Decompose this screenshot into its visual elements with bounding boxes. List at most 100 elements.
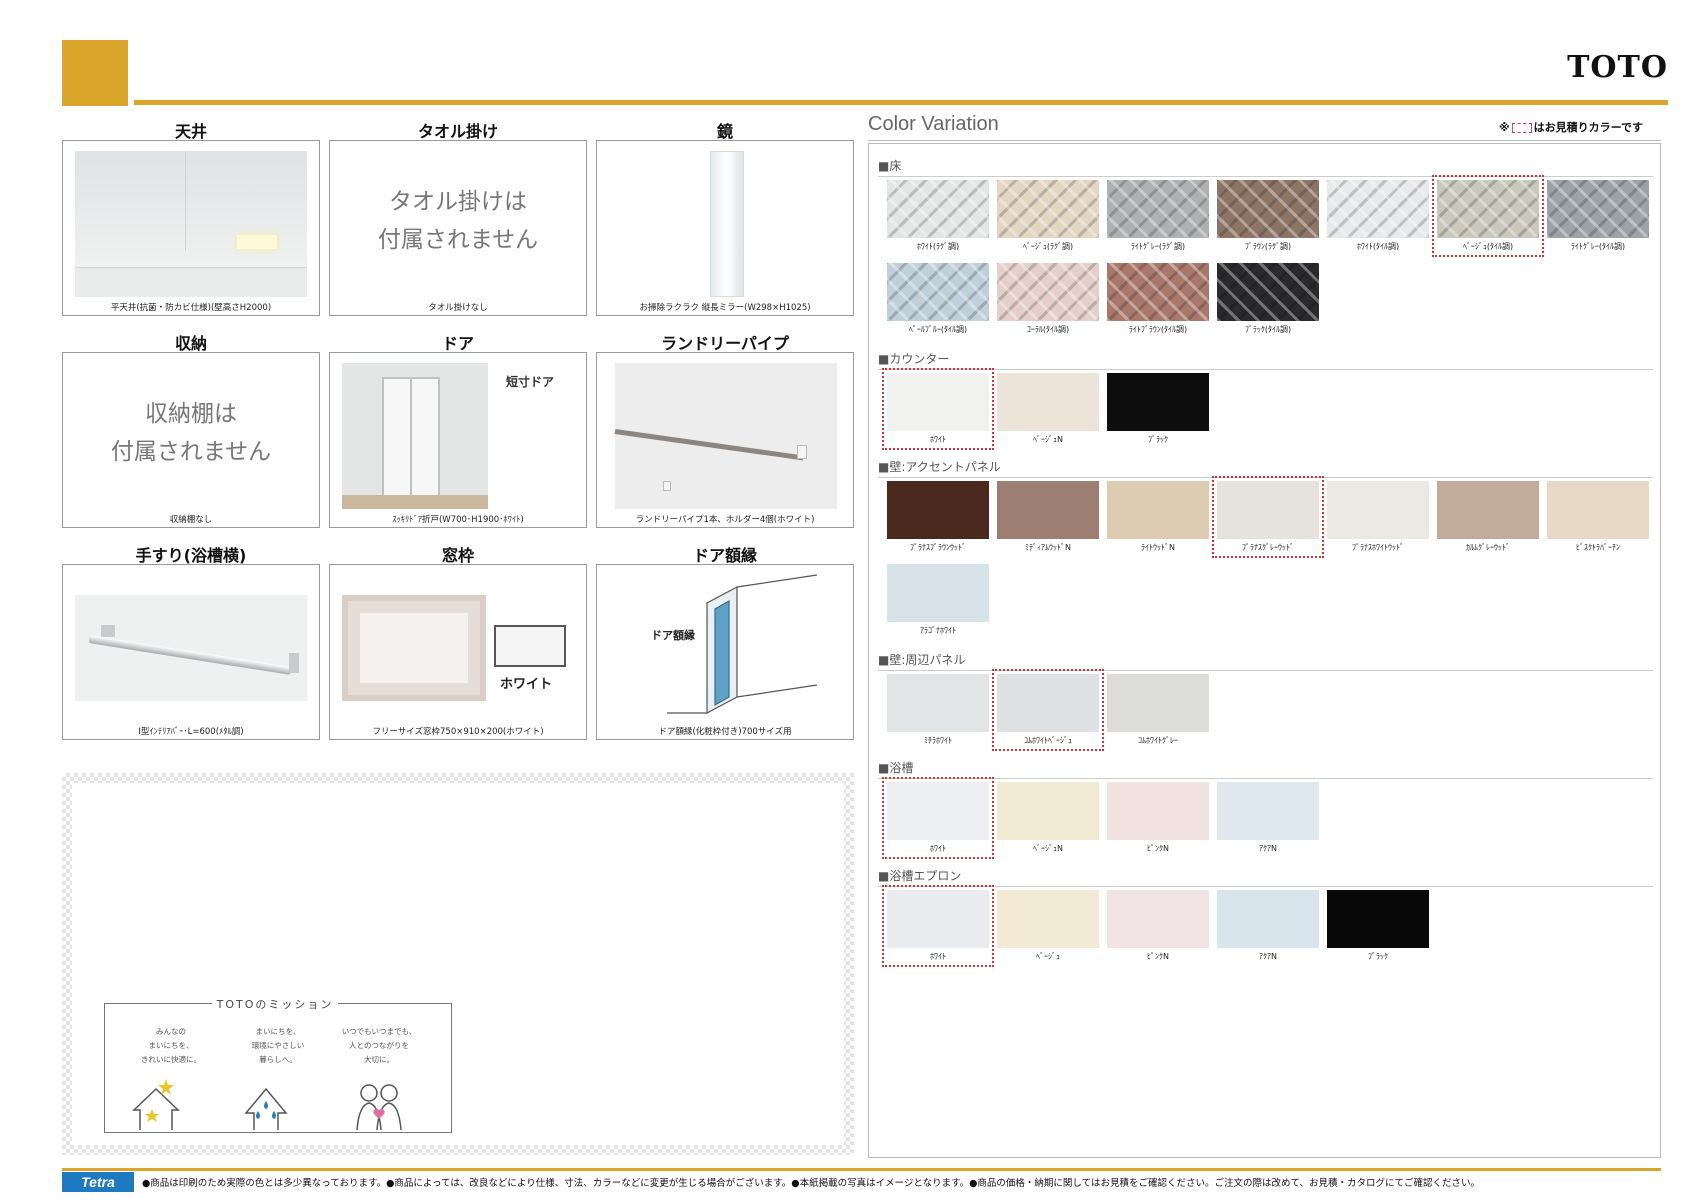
color-swatch[interactable]: ﾐﾃﾞｨｱﾑｳｯﾄﾞN <box>997 481 1099 553</box>
swatch-label: ﾌﾞﾗｯｸ(ﾀｲﾙ調) <box>1244 325 1292 334</box>
color-swatch[interactable]: ﾍﾞｰｼﾞｭ(ﾀｲﾙ調) <box>1432 175 1544 257</box>
color-swatch[interactable]: ﾌﾟﾗﾅｽｸﾞﾚｰｳｯﾄﾞ <box>1212 476 1324 558</box>
color-swatch[interactable]: ﾗｲﾄｸﾞﾚｰ(ﾗｸﾞ調) <box>1107 180 1209 252</box>
swatch-chip <box>1107 674 1209 732</box>
color-swatch[interactable]: ｱｸｱN <box>1217 890 1319 962</box>
color-swatch[interactable]: ﾌﾞﾗｯｸ <box>1327 890 1429 962</box>
color-swatch[interactable]: ﾎﾜｲﾄ <box>882 777 994 859</box>
color-swatch[interactable]: ｺﾑﾎﾜｲﾄｸﾞﾚｰ <box>1107 674 1209 746</box>
tile-caption: ランドリーパイプ1本、ホルダー4個(ホワイト) <box>635 515 815 525</box>
swatch-label: ﾐﾁﾗﾎﾜｲﾄ <box>924 736 952 745</box>
color-swatch[interactable]: ﾍﾞｰｼﾞｭ(ﾗｸﾞ調) <box>997 180 1099 252</box>
color-swatch[interactable]: ﾗｲﾄｸﾞﾚｰ(ﾀｲﾙ調) <box>1547 180 1649 252</box>
tile-caption: I型ｲﾝﾃﾘｱﾊﾞｰ･L=600(ﾒﾀﾙ調) <box>138 727 244 737</box>
swatch-chip <box>997 782 1099 840</box>
swatch-chip <box>887 180 989 238</box>
door-photo <box>342 363 488 509</box>
option-tile: ホワイト フリーサイズ窓枠750×910×200(ホワイト) <box>329 564 587 740</box>
color-swatch[interactable]: ﾗｲﾄﾌﾞﾗｳﾝ(ﾀｲﾙ調) <box>1107 263 1209 335</box>
tile-title: 窓枠 <box>441 546 474 565</box>
swatch-label: ﾌﾞﾗｯｸ <box>1148 435 1168 444</box>
swatch-chip <box>1437 481 1539 539</box>
swatch-label: ﾌﾟﾗﾅｽﾎﾜｲﾄｳｯﾄﾞ <box>1352 543 1404 552</box>
swatch-label: ｺｰﾗﾙ(ﾀｲﾙ調) <box>1026 325 1070 334</box>
tile-title: ランドリーパイプ <box>661 334 789 353</box>
color-swatch[interactable]: ﾌﾞﾗｯｸ(ﾀｲﾙ調) <box>1217 263 1319 335</box>
swatch-label: ﾐﾃﾞｨｱﾑｳｯﾄﾞN <box>1025 543 1071 552</box>
color-swatch[interactable]: ﾐﾁﾗﾎﾜｲﾄ <box>887 674 989 746</box>
tile-caption: 収納棚なし <box>169 515 213 525</box>
swatch-chip <box>1107 263 1209 321</box>
tile-caption: ｽｯｷﾘﾄﾞｱ折戸(W700･H1900･ﾎﾜｲﾄ) <box>392 515 524 525</box>
section-heading: ■浴槽エプロン <box>878 867 1653 887</box>
swatch-label: ﾌﾞﾗｳﾝ(ﾗｸﾞ調) <box>1244 242 1292 251</box>
color-swatch[interactable]: ﾍﾞｰｼﾞｭN <box>997 782 1099 854</box>
swatch-chip <box>1217 782 1319 840</box>
short-door-label: 短寸ドア <box>506 375 555 389</box>
disclaimer-text: ●商品は印刷のため実際の色とは多少異なっております。●商品によっては、改良などに… <box>142 1178 1480 1189</box>
color-swatch[interactable]: ﾍﾟｰﾙﾌﾞﾙｰ(ﾀｲﾙ調) <box>887 263 989 335</box>
mission-statement: まいにちを、 環境にやさしい 暮らしへ。 <box>251 1027 305 1064</box>
color-swatch[interactable]: ｶﾙﾑｸﾞﾚｰｳｯﾄﾞ <box>1437 481 1539 553</box>
swatch-label: ﾎﾜｲﾄ <box>930 844 946 853</box>
swatch-label: ｺﾑﾎﾜｲﾄﾍﾞｰｼﾞｭ <box>1024 736 1072 745</box>
swatch-label: ｱｸｱN <box>1259 952 1277 961</box>
color-swatch[interactable]: ﾋﾟﾝｸN <box>1107 890 1209 962</box>
color-swatch[interactable]: ｱｸｱN <box>1217 782 1319 854</box>
swatch-label: ﾎﾜｲﾄ(ﾗｸﾞ調) <box>916 242 960 251</box>
color-swatch[interactable]: ﾎﾜｲﾄ <box>882 885 994 967</box>
color-swatch[interactable]: ﾍﾞｰｼﾞｭ <box>997 890 1099 962</box>
color-swatch[interactable]: ﾌﾞﾗｯｸ <box>1107 373 1209 445</box>
color-variation-title: Color Variation <box>868 113 999 135</box>
swatch-chip <box>1437 180 1539 238</box>
swatch-chip <box>887 564 989 622</box>
header-accent-block <box>62 40 128 106</box>
swatch-chip <box>1217 263 1319 321</box>
color-swatch[interactable]: ﾍﾞｰｼﾞｭN <box>997 373 1099 445</box>
house-icon <box>132 1087 180 1130</box>
option-tile: 短寸ドア ｽｯｷﾘﾄﾞｱ折戸(W700･H1900･ﾎﾜｲﾄ) <box>329 352 587 528</box>
tile-title: ドア <box>441 334 474 353</box>
color-swatch[interactable]: ﾎﾜｲﾄ(ﾗｸﾞ調) <box>887 180 989 252</box>
swatch-chip <box>1107 481 1209 539</box>
color-swatch[interactable]: ﾋﾟﾝｸN <box>1107 782 1209 854</box>
swatch-label: ﾍﾞｰｼﾞｭ(ﾀｲﾙ調) <box>1462 242 1514 251</box>
tile-title: ドア額縁 <box>692 546 757 565</box>
swatch-label: ｶﾙﾑｸﾞﾚｰｳｯﾄﾞ <box>1466 543 1510 552</box>
section-heading: ■床 <box>878 157 1653 177</box>
swatch-label: ﾗｲﾄｸﾞﾚｰ(ﾀｲﾙ調) <box>1570 242 1626 251</box>
ceiling-photo <box>75 151 307 297</box>
swatch-label: ﾍﾞｰｼﾞｭ(ﾗｸﾞ調) <box>1022 242 1074 251</box>
swatch-chip <box>1107 782 1209 840</box>
option-tile: 平天井(抗菌・防カビ仕様)(壁高さH2000) <box>62 140 320 316</box>
color-swatch[interactable]: ﾋﾞｽｸﾄﾗﾊﾞｰﾁﾝ <box>1547 481 1649 553</box>
color-swatch[interactable]: ﾎﾜｲﾄ(ﾀｲﾙ調) <box>1327 180 1429 252</box>
color-swatch[interactable]: ﾌﾟﾗﾅｽﾎﾜｲﾄｳｯﾄﾞ <box>1327 481 1429 553</box>
person-icon <box>380 1084 398 1102</box>
swatch-chip <box>887 890 989 948</box>
white-label: ホワイト <box>500 677 553 692</box>
section-heading: ■浴槽 <box>878 759 1653 779</box>
swatch-label: ﾌﾟﾗﾅｽｸﾞﾚｰｳｯﾄﾞ <box>1242 543 1294 552</box>
mission-illustrations <box>132 1079 402 1131</box>
swatch-label: ﾎﾜｲﾄ <box>930 952 946 961</box>
color-swatch[interactable]: ﾗｲﾄｳｯﾄﾞN <box>1107 481 1209 553</box>
swatch-chip <box>1217 481 1319 539</box>
swatch-chip <box>1217 890 1319 948</box>
swatch-label: ﾍﾞｰｼﾞｭN <box>1033 435 1063 444</box>
swatch-label: ﾌﾞﾗｯｸ <box>1368 952 1388 961</box>
color-swatch[interactable]: ｺﾑﾎﾜｲﾄﾍﾞｰｼﾞｭ <box>992 669 1104 751</box>
color-swatch[interactable]: ｺｰﾗﾙ(ﾀｲﾙ調) <box>997 263 1099 335</box>
color-swatch[interactable]: ﾌﾞﾗｳﾝ(ﾗｸﾞ調) <box>1217 180 1319 252</box>
swatch-chip <box>997 180 1099 238</box>
color-swatch[interactable]: ﾌﾟﾗﾅｽﾌﾞﾗｳﾝｳｯﾄﾞ <box>887 481 989 553</box>
color-swatch[interactable]: ﾎﾜｲﾄ <box>882 368 994 450</box>
color-swatch[interactable]: ｱﾗｺﾞﾅﾎﾜｲﾄ <box>887 564 989 636</box>
tile-title: 手すり(浴槽横) <box>135 546 247 565</box>
swatch-label: ﾋﾟﾝｸN <box>1147 952 1169 961</box>
swatch-label: ｱﾗｺﾞﾅﾎﾜｲﾄ <box>920 626 956 635</box>
option-tile: ドア額縁 ドア額縁(化粧枠付き)700サイズ用 <box>596 564 854 740</box>
swatch-label: ﾎﾜｲﾄ(ﾀｲﾙ調) <box>1356 242 1400 251</box>
tetra-logo: Tetra <box>62 1172 134 1192</box>
footer-rule <box>62 1168 1661 1171</box>
